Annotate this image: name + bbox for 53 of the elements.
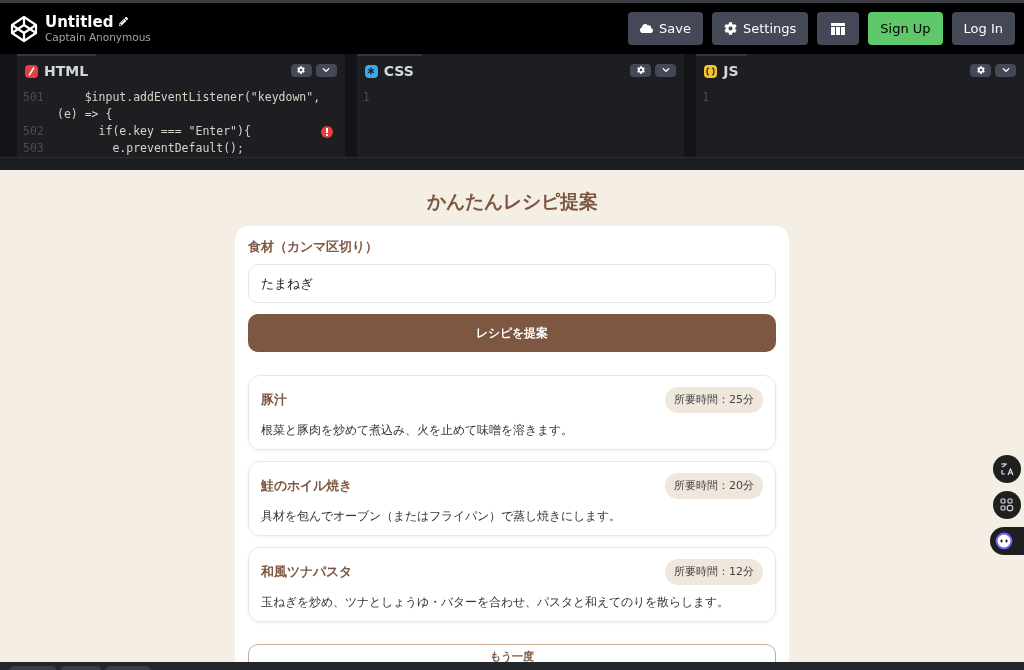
chevron-down-icon xyxy=(1001,66,1010,74)
chevron-down-icon xyxy=(661,66,670,74)
apps-button[interactable] xyxy=(993,491,1021,519)
code-line: e.preventDefault(); xyxy=(111,140,244,157)
translate-button[interactable] xyxy=(993,455,1021,483)
ingredients-input-field[interactable]: たまねぎ xyxy=(248,264,776,304)
author-name: Captain Anonymous xyxy=(45,31,151,45)
editor-tab-label: HTML xyxy=(44,61,89,81)
cooking-time-tag: 所要時間：20分 xyxy=(665,472,763,499)
recipe-name: 鮭のホイル焼き xyxy=(261,477,352,495)
collapse-button[interactable] xyxy=(655,63,677,77)
cooking-time-tag: 所要時間：25分 xyxy=(665,386,763,413)
chevron-down-icon xyxy=(322,66,331,74)
cooking-time-tag: 所要時間：12分 xyxy=(665,558,763,585)
editor-tab-label: CSS xyxy=(383,61,414,81)
settings-button[interactable] xyxy=(290,63,312,77)
grid-icon xyxy=(1000,498,1014,512)
recipe-description: 具材を包んでオーブン（またはフライパン）で蒸し焼きにします。 xyxy=(261,508,622,525)
pencil-icon[interactable] xyxy=(119,17,129,27)
asterisk-icon xyxy=(364,64,378,78)
cube-logo-icon[interactable] xyxy=(9,13,39,44)
collapse-button[interactable] xyxy=(995,63,1016,77)
code-line: (e) => { xyxy=(57,106,113,123)
translate-icon xyxy=(1000,462,1014,476)
settings-button[interactable]: Settings xyxy=(711,12,809,45)
assistant-button[interactable] xyxy=(990,527,1024,555)
slash-icon xyxy=(25,64,38,78)
sign-up-button[interactable]: Sign Up xyxy=(868,12,943,45)
recipe-name: 和風ツナパスタ xyxy=(261,563,352,581)
assistant-icon xyxy=(995,532,1013,550)
settings-icon xyxy=(297,66,306,74)
collapse-button[interactable] xyxy=(315,63,337,77)
recipe-description: 根菜と豚肉を炒めて煮込み、火を止めて味噌を溶きます。 xyxy=(261,422,574,439)
page-title: かんたんレシピ提案 xyxy=(426,189,598,214)
settings-button[interactable] xyxy=(970,63,991,77)
code-line: if(e.key === "Enter"){ xyxy=(97,123,251,140)
recipe-description: 玉ねぎを炒め、ツナとしょうゆ・バターを合わせ、パスタと和えてのりを散らします。 xyxy=(261,594,730,611)
save-button[interactable]: Save xyxy=(628,12,703,45)
settings-icon xyxy=(636,66,645,74)
editor-tab-label: JS xyxy=(723,61,739,81)
cloud-icon xyxy=(640,22,654,35)
layout-button[interactable] xyxy=(817,12,860,45)
layout-icon xyxy=(831,22,846,35)
log-in-button[interactable]: Log In xyxy=(951,12,1015,45)
settings-button[interactable] xyxy=(630,63,652,77)
settings-icon xyxy=(976,66,985,74)
recipe-name: 豚汁 xyxy=(261,391,287,409)
suggest-button[interactable]: レシピを提案 xyxy=(248,314,776,353)
pen-title[interactable]: Untitled xyxy=(45,12,114,32)
braces-icon xyxy=(704,64,718,78)
field-label: 食材（カンマ区切り） xyxy=(248,237,379,256)
settings-icon xyxy=(723,22,737,35)
code-line: $input.addEventListener("keydown", xyxy=(83,89,321,106)
